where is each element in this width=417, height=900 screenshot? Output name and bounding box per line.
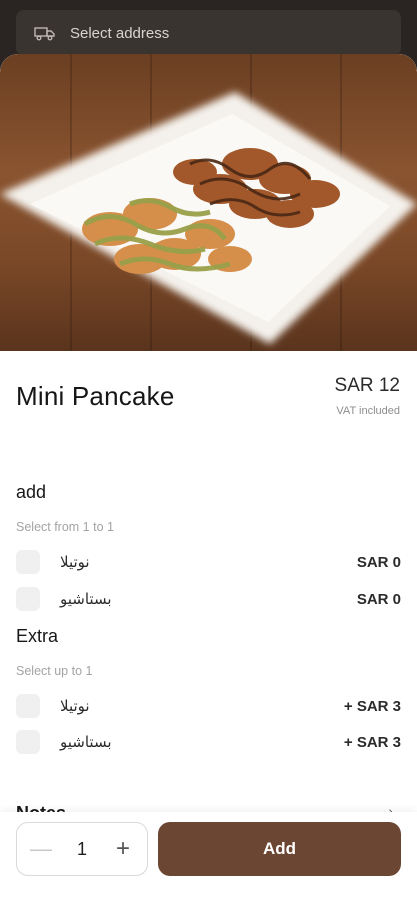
option-price: + SAR 3	[343, 697, 401, 715]
product-price: SAR 12	[334, 375, 400, 396]
option-row[interactable]: بستاشيو + SAR 3	[16, 728, 401, 756]
option-price: SAR 0	[356, 590, 401, 608]
option-row[interactable]: بستاشيو SAR 0	[16, 585, 401, 613]
decrement-button[interactable]: —	[29, 836, 53, 862]
product-image	[0, 54, 417, 351]
option-checkbox[interactable]	[16, 587, 40, 611]
address-label: Select address	[70, 24, 170, 42]
vat-note: VAT included	[336, 405, 400, 417]
option-label: بستاشيو	[60, 590, 112, 608]
product-sheet: Mini Pancake SAR 12 VAT included add Sel…	[0, 54, 417, 900]
option-checkbox[interactable]	[16, 730, 40, 754]
group-hint-add: Select from 1 to 1	[16, 520, 114, 534]
quantity-value: 1	[76, 838, 87, 859]
group-title-extra: Extra	[16, 626, 59, 646]
option-price: + SAR 3	[343, 733, 401, 751]
address-selector[interactable]: Select address	[16, 10, 401, 56]
increment-button[interactable]: +	[111, 835, 135, 863]
option-price: SAR 0	[356, 553, 401, 571]
option-row[interactable]: نوتيلا SAR 0	[16, 548, 401, 576]
product-header: Mini Pancake SAR 12 VAT included	[0, 351, 417, 441]
product-title: Mini Pancake	[16, 381, 175, 411]
option-label: بستاشيو	[60, 733, 112, 751]
option-row[interactable]: نوتيلا + SAR 3	[16, 692, 401, 720]
quantity-stepper: — 1 +	[16, 822, 148, 876]
option-label: نوتيلا	[60, 553, 90, 571]
group-hint-extra: Select up to 1	[16, 664, 93, 678]
add-to-cart-button[interactable]: Add	[158, 822, 401, 876]
option-label: نوتيلا	[60, 697, 90, 715]
truck-icon	[34, 25, 56, 41]
bottom-action-bar: — 1 + Add	[0, 812, 417, 900]
option-checkbox[interactable]	[16, 694, 40, 718]
group-title-add: add	[16, 482, 47, 502]
option-checkbox[interactable]	[16, 550, 40, 574]
